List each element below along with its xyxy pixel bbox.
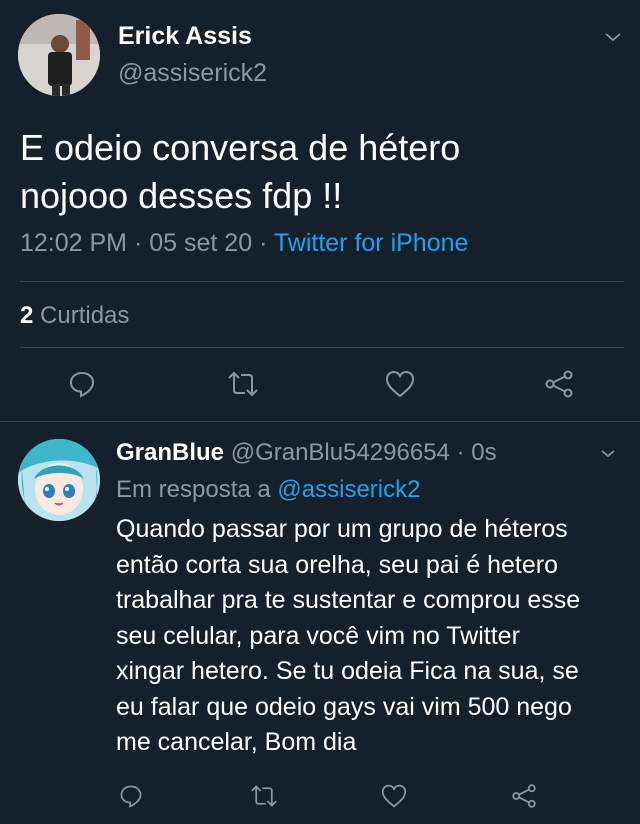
tweet-meta: 12:02 PM · 05 set 20 · Twitter for iPhon… (20, 229, 468, 258)
separator: · (456, 439, 465, 466)
reply-author-name[interactable]: GranBlue (116, 439, 224, 466)
reply-context-label: Em resposta a (116, 476, 271, 503)
avatar[interactable] (18, 14, 100, 96)
author-name[interactable]: Erick Assis (118, 22, 252, 51)
separator: · (133, 229, 143, 257)
reply-icon[interactable] (67, 369, 97, 399)
retweet-icon[interactable] (249, 783, 279, 809)
share-icon[interactable] (543, 369, 575, 399)
tweet-source-link[interactable]: Twitter for iPhone (274, 229, 469, 257)
reply-text: Quando passar por um grupo de héteros en… (116, 515, 581, 756)
reply-avatar[interactable] (18, 439, 100, 521)
like-icon[interactable] (384, 369, 416, 399)
likes-count-row[interactable]: 2 Curtidas (20, 302, 129, 330)
reply-icon[interactable] (118, 783, 144, 809)
divider (0, 421, 640, 422)
divider (20, 281, 624, 282)
chevron-down-icon[interactable] (604, 31, 622, 43)
retweet-icon[interactable] (226, 369, 260, 399)
likes-count: 2 (20, 302, 34, 329)
chevron-down-icon[interactable] (600, 448, 616, 459)
reply-mention-link[interactable]: @assiserick2 (277, 476, 420, 503)
reply-context: Em resposta a @assiserick2 (116, 476, 420, 504)
reply-time: 0s (471, 439, 497, 466)
like-icon[interactable] (380, 783, 408, 809)
tweet-date: 05 set 20 (149, 229, 253, 257)
reply-header: GranBlue @GranBlu54296654 · 0s (116, 439, 497, 467)
author-handle[interactable]: @assiserick2 (118, 59, 267, 88)
tweet-time: 12:02 PM (20, 229, 128, 257)
tweet-text: E odeio conversa de hétero nojooo desses… (20, 127, 461, 216)
avatar-photo (18, 14, 100, 96)
reply-avatar-art (18, 439, 100, 521)
likes-label: Curtidas (40, 302, 130, 329)
share-icon[interactable] (510, 783, 538, 809)
separator: · (259, 229, 268, 257)
divider (20, 347, 624, 348)
reply-author-handle[interactable]: @GranBlu54296654 (231, 439, 450, 466)
